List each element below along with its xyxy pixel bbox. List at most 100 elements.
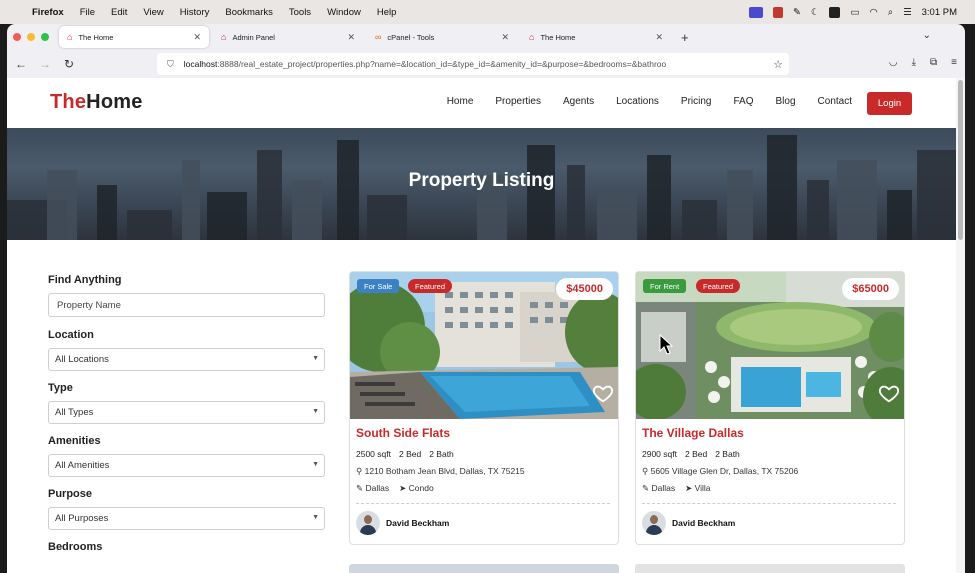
location-label: Location xyxy=(48,329,94,341)
menu-edit[interactable]: Edit xyxy=(111,7,127,18)
heart-icon[interactable] xyxy=(592,382,614,404)
location-select[interactable]: All Locations ▼ xyxy=(48,348,325,371)
menu-file[interactable]: File xyxy=(80,7,95,18)
menu-icon[interactable]: ≡ xyxy=(951,57,957,68)
battery-icon[interactable]: ▭ xyxy=(850,7,859,18)
amenities-select[interactable]: All Amenities ▼ xyxy=(48,454,325,477)
agent-name[interactable]: David Beckham xyxy=(386,518,449,528)
purpose-badge: For Rent xyxy=(643,279,687,293)
property-image[interactable]: For Sale Featured $45000 xyxy=(350,272,618,419)
heart-icon[interactable] xyxy=(878,382,900,404)
property-title[interactable]: The Village Dallas xyxy=(642,426,744,440)
url-host: localhost xyxy=(183,59,218,69)
featured-badge: Featured xyxy=(696,279,741,293)
featured-badge: Featured xyxy=(408,279,453,293)
property-card[interactable]: For Rent Featured $65000 The Village Dal… xyxy=(635,271,905,545)
find-label: Find Anything xyxy=(48,274,122,286)
pen-icon[interactable]: ✎ xyxy=(793,7,801,18)
login-button[interactable]: Login xyxy=(867,92,912,115)
sqft: 2500 sqft xyxy=(356,449,391,459)
nav-blog[interactable]: Blog xyxy=(776,96,796,107)
type-tag[interactable]: ➤ Condo xyxy=(399,483,434,494)
url-path: :8888/real_estate_project/properties.php… xyxy=(217,59,667,69)
tracking-shield-icon[interactable]: ⛉ xyxy=(167,59,174,70)
tab-title: cPanel - Tools xyxy=(387,32,435,42)
location-tag[interactable]: ✎ Dallas xyxy=(356,483,389,494)
purpose-badge: For Sale xyxy=(357,279,400,293)
menu-tools[interactable]: Tools xyxy=(289,7,311,18)
page-scrollbar[interactable] xyxy=(956,78,965,573)
tab-admin-panel[interactable]: ⌂ Admin Panel ✕ xyxy=(213,26,363,48)
agent-name[interactable]: David Beckham xyxy=(672,518,735,528)
mouse-cursor-icon xyxy=(659,334,673,355)
new-tab-icon[interactable]: + xyxy=(681,30,689,45)
property-card[interactable]: For Sale Featured $45000 South Side Flat… xyxy=(349,271,619,545)
screen-record-icon[interactable] xyxy=(748,6,763,18)
tab-title: Admin Panel xyxy=(232,32,275,42)
close-tab-icon[interactable]: ✕ xyxy=(501,32,509,43)
pocket-icon[interactable]: ◡ xyxy=(889,57,898,68)
app-status-icon[interactable] xyxy=(772,6,783,18)
forward-arrow-icon[interactable]: → xyxy=(33,57,57,71)
nav-pricing[interactable]: Pricing xyxy=(681,96,712,107)
tab-the-home-2[interactable]: ⌂ The Home ✕ xyxy=(521,26,671,48)
logo-the: The xyxy=(50,91,87,113)
nav-contact[interactable]: Contact xyxy=(818,96,852,107)
extensions-icon[interactable]: ⧉ xyxy=(930,57,937,68)
control-center-icon[interactable]: ☰ xyxy=(903,7,912,18)
avatar[interactable] xyxy=(642,511,666,535)
purpose-select[interactable]: All Purposes ▼ xyxy=(48,507,325,530)
menu-bookmarks[interactable]: Bookmarks xyxy=(225,7,273,18)
bookmark-star-icon[interactable]: ☆ xyxy=(773,58,783,71)
url-bar[interactable]: ⛉ localhost:8888/real_estate_project/pro… xyxy=(157,53,789,75)
browser-window: ⌂ The Home ✕ ⌂ Admin Panel ✕ ∞ cPanel - … xyxy=(7,24,965,573)
nav-agents[interactable]: Agents xyxy=(563,96,594,107)
status-icons: ✎ ☾ ▭ ◠ ⌕ ☰ 3:01 PM xyxy=(748,0,957,24)
type-tag[interactable]: ➤ Villa xyxy=(685,483,710,494)
menu-window[interactable]: Window xyxy=(327,7,361,18)
close-tab-icon[interactable]: ✕ xyxy=(193,32,201,43)
moon-icon[interactable]: ☾ xyxy=(811,7,820,18)
clock-time[interactable]: 3:01 PM xyxy=(922,7,957,18)
tab-the-home[interactable]: ⌂ The Home ✕ xyxy=(59,26,209,48)
reload-icon[interactable]: ↻ xyxy=(57,57,81,71)
nav-faq[interactable]: FAQ xyxy=(734,96,754,107)
property-name-input[interactable]: Property Name xyxy=(48,293,325,317)
type-text: Condo xyxy=(408,483,434,493)
scrollbar-thumb[interactable] xyxy=(958,80,963,240)
menu-history[interactable]: History xyxy=(180,7,210,18)
sqft: 2900 sqft xyxy=(642,449,677,459)
nav-locations[interactable]: Locations xyxy=(616,96,659,107)
site-logo[interactable]: TheHome xyxy=(50,91,143,114)
close-tab-icon[interactable]: ✕ xyxy=(655,32,663,43)
wifi-icon[interactable]: ◠ xyxy=(869,7,877,18)
logo-home: Home xyxy=(86,91,143,113)
type-select[interactable]: All Types ▼ xyxy=(48,401,325,424)
nav-properties[interactable]: Properties xyxy=(495,96,541,107)
list-tabs-chevron-icon[interactable]: ⌄ xyxy=(923,30,931,41)
back-arrow-icon[interactable]: ← xyxy=(9,57,33,71)
property-tags: ✎ Dallas ➤ Condo xyxy=(356,483,434,494)
search-icon[interactable]: ⌕ xyxy=(888,7,893,18)
agent-info[interactable]: David Beckham xyxy=(356,511,449,535)
close-tab-icon[interactable]: ✕ xyxy=(347,32,355,43)
property-specs: 2500 sqft 2 Bed 2 Bath xyxy=(356,449,454,459)
minimize-window-button[interactable] xyxy=(27,33,35,41)
menu-help[interactable]: Help xyxy=(377,7,397,18)
nav-home[interactable]: Home xyxy=(447,96,474,107)
close-window-button[interactable] xyxy=(13,33,21,41)
tab-cpanel-tools[interactable]: ∞ cPanel - Tools ✕ xyxy=(367,26,517,48)
purpose-label: Purpose xyxy=(48,488,93,500)
input-source-icon[interactable] xyxy=(829,6,841,18)
menu-view[interactable]: View xyxy=(143,7,163,18)
property-image[interactable]: For Rent Featured $65000 xyxy=(636,272,904,419)
cpanel-icon: ∞ xyxy=(375,32,382,42)
property-title[interactable]: South Side Flats xyxy=(356,426,450,440)
avatar[interactable] xyxy=(356,511,380,535)
agent-info[interactable]: David Beckham xyxy=(642,511,735,535)
menu-firefox[interactable]: Firefox xyxy=(32,7,64,18)
location-tag[interactable]: ✎ Dallas xyxy=(642,483,675,494)
amenities-label: Amenities xyxy=(48,435,101,447)
zoom-window-button[interactable] xyxy=(41,33,49,41)
download-icon[interactable]: ⤓ xyxy=(912,57,916,68)
